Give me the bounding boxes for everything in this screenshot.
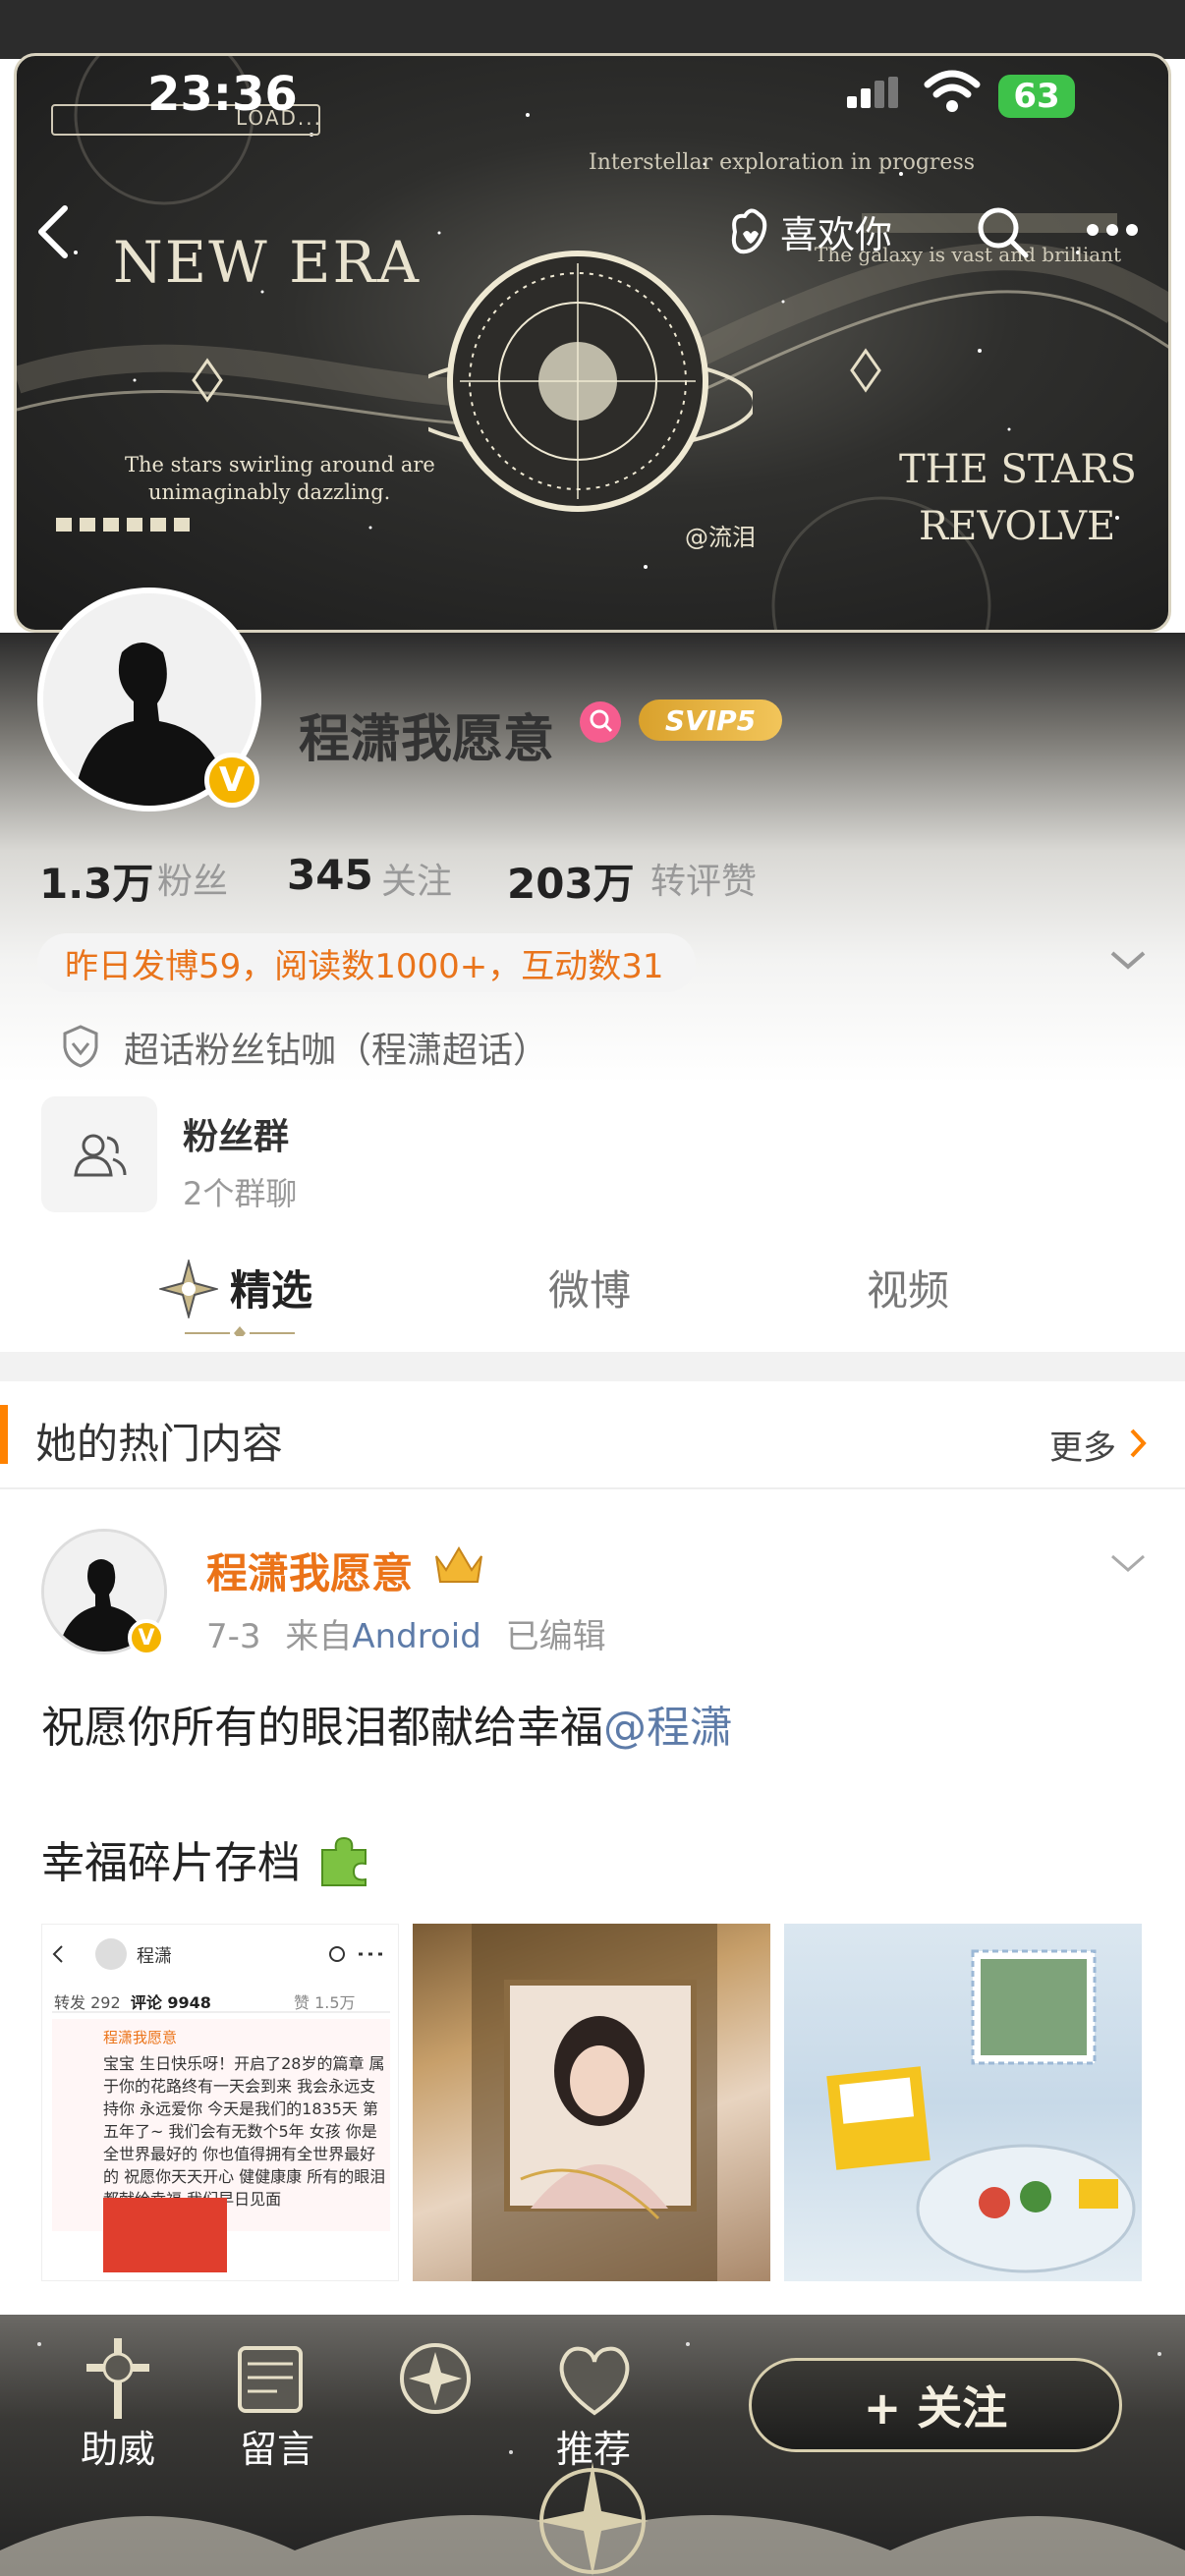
shield-icon [63, 1025, 98, 1068]
book-emblem-icon[interactable] [228, 2334, 316, 2423]
thumb-likes: 赞 1.5万 [294, 1993, 356, 2012]
back-icon[interactable] [33, 202, 73, 261]
activity-summary[interactable]: 昨日发博59，阅读数1000+，互动数31 [37, 933, 696, 992]
chevron-down-icon[interactable] [1108, 949, 1148, 973]
post-edited: 已编辑 [505, 1617, 606, 1656]
cross-emblem-icon[interactable] [69, 2334, 167, 2423]
group-icon [74, 1134, 127, 1177]
comment-button[interactable]: 留言 [240, 2419, 314, 2473]
fan-group-title[interactable]: 粉丝群 [183, 1108, 289, 1159]
status-bar-background [0, 0, 1185, 59]
star-compass-icon [159, 1260, 218, 1318]
photo-thumbnail [826, 1949, 1136, 2273]
profile-username: 程潇我愿意 [299, 710, 555, 769]
divider [0, 1487, 1185, 1489]
post-source: Android [352, 1617, 481, 1656]
tab-featured[interactable]: 精选 [230, 1258, 312, 1317]
verified-badge: V [204, 753, 259, 808]
astrolabe-emblem [428, 251, 753, 512]
fans-label[interactable]: 粉丝 [157, 853, 228, 904]
photo-thumbnail [472, 1924, 717, 2281]
banner-tagline: Interstellar exploration in progress [589, 150, 976, 175]
tab-video[interactable]: 视频 [867, 1258, 949, 1317]
super-topic-fan-tag[interactable]: 超话粉丝钻咖（程潇超话） [124, 1022, 548, 1073]
thumb-sticker [103, 2198, 227, 2272]
puzzle-icon [321, 1836, 367, 1886]
hand-heart-icon[interactable] [725, 204, 772, 257]
chevron-down-icon[interactable] [1108, 1552, 1148, 1576]
fan-group-tile[interactable] [41, 1096, 157, 1212]
more-icon[interactable] [1085, 222, 1140, 238]
interactions-count[interactable]: 203万 [507, 851, 635, 911]
banner-title-right-1: THE STARS [899, 447, 1137, 492]
thumb-comment-text: 宝宝 生日快乐呀！开启了28岁的篇章 属于你的花路终有一天会到来 我会永远支持你… [103, 2054, 386, 2209]
post-image-2[interactable] [413, 1924, 770, 2281]
following-count[interactable]: 345 [287, 851, 373, 899]
star-globe-icon[interactable] [391, 2334, 480, 2423]
thumb-repost: 转发 292 [54, 1993, 121, 2012]
post-date: 7-3 [206, 1617, 261, 1656]
thumb-comment-author: 程潇我愿意 [103, 2029, 178, 2046]
thumb-title: 程潇 [137, 1946, 172, 1967]
svip-badge[interactable]: SVIP5 [639, 700, 782, 741]
verified-badge: V [128, 1619, 165, 1656]
cellular-signal-icon [847, 77, 898, 108]
more-link[interactable]: 更多 [1049, 1421, 1116, 1469]
crown-icon [435, 1546, 482, 1583]
following-label[interactable]: 关注 [381, 853, 452, 904]
post-text-line2-label: 幸福碎片存档 [41, 1838, 301, 1888]
cheer-button[interactable]: 助威 [81, 2419, 155, 2473]
tab-active-indicator [185, 1326, 295, 1336]
section-divider [0, 1352, 1185, 1381]
heart-emblem-icon[interactable] [550, 2334, 639, 2423]
section-accent-bar [0, 1405, 8, 1464]
post-text: 祝愿你所有的眼泪都献给幸福@程潇 [41, 1692, 733, 1755]
post-image-1[interactable]: 程潇 转发 292 评论 9948 赞 1.5万 程潇我愿意 宝宝 生日快乐呀！… [41, 1924, 399, 2281]
recommend-button[interactable]: 推荐 [556, 2419, 631, 2473]
post-source-prefix: 来自 [285, 1617, 353, 1656]
interactions-label[interactable]: 转评赞 [650, 853, 757, 904]
thumb-tabs: 转发 292 评论 9948 [54, 1989, 211, 2013]
banner-caption-2: unimaginably dazzling. [148, 480, 391, 504]
thumb-comment: 评论 9948 [130, 1993, 211, 2012]
follow-button[interactable]: + 关注 [749, 2358, 1122, 2452]
like-you-button[interactable]: 喜欢你 [780, 204, 892, 258]
female-icon [580, 701, 621, 743]
banner-title-right-2: REVOLVE [919, 504, 1116, 549]
fans-count[interactable]: 1.3万 [39, 851, 153, 911]
battery-indicator: 63 [998, 75, 1075, 118]
post-image-3[interactable] [784, 1924, 1142, 2281]
post-text-line2: 幸福碎片存档 [41, 1827, 371, 1890]
fan-group-subtitle: 2个群聊 [183, 1175, 298, 1212]
wifi-icon [924, 70, 981, 112]
banner-caption-1: The stars swirling around are [125, 453, 435, 476]
chevron-right-icon[interactable] [1128, 1427, 1150, 1460]
hot-content-title: 她的热门内容 [35, 1420, 284, 1468]
status-time: 23:36 [147, 67, 298, 122]
tab-weibo[interactable]: 微博 [548, 1258, 631, 1317]
post-text-line1: 祝愿你所有的眼泪都献给幸福 [41, 1703, 603, 1753]
search-icon[interactable] [975, 204, 1030, 259]
post-author-name[interactable]: 程潇我愿意 [206, 1540, 413, 1600]
mention-link[interactable]: @程潇 [603, 1703, 733, 1753]
post-meta: 7-3 来自Android 已编辑 [206, 1609, 606, 1657]
banner-title-left: NEW ERA [113, 229, 422, 296]
